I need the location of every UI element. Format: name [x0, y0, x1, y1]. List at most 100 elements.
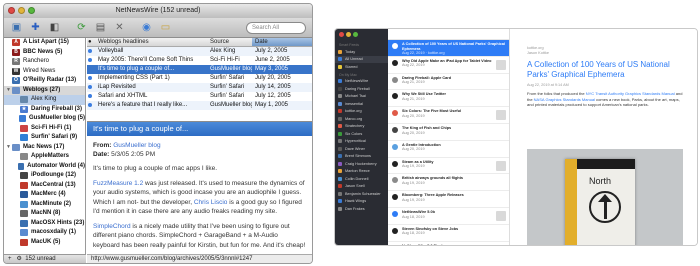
headline-row[interactable]: Volleyball Alex King July 2, 2005 [87, 47, 312, 56]
sidebar-feed-item[interactable]: MacCentral (13) [4, 181, 85, 191]
unread-column-header[interactable]: ● [87, 38, 95, 46]
feed-item[interactable]: kottke.org [335, 108, 388, 116]
open-browser-button[interactable]: ◉ [138, 20, 155, 36]
sidebar-feed-item[interactable]: MacNN (8) [4, 209, 85, 219]
feed-item[interactable]: Daring Fireball [335, 85, 388, 93]
unread-dot [88, 94, 92, 98]
sidebar-feed-item[interactable]: O O'Reilly Radar (13) [4, 76, 85, 86]
feed-item[interactable]: NetNewsWire [335, 78, 388, 86]
feed-item[interactable]: Brent Simmons [335, 153, 388, 161]
feed-item[interactable]: Hawk Wings [335, 198, 388, 206]
timeline-row[interactable]: A Gentle Introduction Aug 20, 2019 [388, 141, 509, 158]
timeline-row[interactable]: Steam as a Utility Aug 19, 2019 [388, 158, 509, 175]
source-column-header[interactable]: Source [207, 38, 252, 46]
sidebar-feed-item[interactable]: R Ranchero [4, 57, 85, 67]
minimize-button[interactable] [346, 32, 351, 37]
feed-item[interactable]: Dan Frakes [335, 205, 388, 213]
timeline-row[interactable]: NetNewsWire 5.0 FinalAug 17, 2019 [388, 242, 509, 245]
smart-feed-item[interactable]: All Unread [335, 55, 388, 63]
feed-item[interactable]: Stratechery [335, 123, 388, 131]
timeline-row[interactable]: Daring Fireball: Apple Card Aug 21, 2019 [388, 74, 509, 91]
feed-item[interactable]: Manton Reece [335, 168, 388, 176]
zoom-button[interactable] [28, 7, 35, 14]
close-button[interactable] [339, 32, 344, 37]
zoom-button[interactable] [353, 32, 358, 37]
timeline-row[interactable]: NetNewsWire 5.0b Aug 18, 2019 [388, 208, 509, 225]
feed-item[interactable]: Benjamin Schuessler [335, 190, 388, 198]
sidebar-feed-item[interactable]: ▼ Mac News (17) [4, 143, 85, 153]
subscribe-button[interactable]: ▣ [8, 20, 25, 36]
feed-item[interactable]: inessential [335, 100, 388, 108]
chris-liscio-link[interactable]: Chris Liscio [194, 199, 228, 206]
feed-item[interactable]: Six Colors [335, 130, 388, 138]
headline-row[interactable]: iLap Revisited Surfin' Safari July 14, 200… [87, 83, 312, 92]
search-field[interactable]: Search All [246, 21, 306, 34]
delete-button[interactable]: ✕ [111, 20, 128, 36]
timeline-row[interactable]: Bloomberg: Three Apple Releases Aug 19, 2… [388, 191, 509, 208]
simplechord-link[interactable]: SimpleChord [93, 223, 131, 230]
sidebar-feed-item[interactable]: macosxdaily (1) [4, 228, 85, 238]
timeline-row[interactable]: Why We Still Use Twitter Aug 21, 2019 [388, 90, 509, 108]
timeline-row[interactable]: Six Colors: The Five Most Useful Aug 20, … [388, 107, 509, 124]
feed-item[interactable]: Marco.org [335, 115, 388, 123]
feed-item[interactable]: Collin Donnell [335, 175, 388, 183]
from-link[interactable]: GusMueller blog [113, 142, 160, 149]
timeline-row[interactable]: British airways grounds all flights Aug 1… [388, 174, 509, 192]
refresh-button[interactable]: ⟳ [73, 20, 90, 36]
feed-item[interactable]: Craig Hockenberry [335, 160, 388, 168]
sidebar-footer: + ⚙ 152 unread [4, 254, 86, 263]
info-button[interactable]: ▤ [92, 20, 109, 36]
feed-label: inessential [345, 101, 363, 106]
sidebar-feed-item[interactable]: Automator World (4) [4, 162, 85, 172]
fuzzmeasure-link[interactable]: FuzzMeasure 1.2 [93, 180, 143, 187]
sidebar-feed-item[interactable]: MacOSX Hints (23) [4, 219, 85, 229]
sidebar-feed-item[interactable]: MacUK (5) [4, 238, 85, 248]
minimize-button[interactable] [18, 7, 25, 14]
nasa-manual-link[interactable]: NASA Graphics Standards Manual [534, 97, 595, 102]
smart-feed-item[interactable]: Starred [335, 63, 388, 71]
sidebar-feed-item[interactable]: ▼ Weblogs (27) [4, 85, 85, 95]
new-folder-button[interactable]: ▭ [157, 20, 174, 36]
sidebar-feed-item[interactable]: Alex King [4, 95, 85, 105]
action-icon[interactable]: ⚙ [17, 256, 22, 262]
sidebar-feed-item[interactable]: Sci-Fi Hi-Fi (1) [4, 124, 85, 134]
feed-label: Manton Reece [345, 169, 370, 174]
sidebar-feed-item[interactable]: GusMueller blog (5) [4, 114, 85, 124]
feed-item[interactable]: Hypercritical [335, 138, 388, 146]
next-unread-button[interactable]: ◧ [46, 20, 63, 36]
feed-item[interactable]: Jason Snell [335, 183, 388, 191]
sidebar-item-label: Wired News [23, 67, 56, 74]
sidebar-feed-item[interactable]: B BBC News (5) [4, 48, 85, 58]
toolbar: ▣ ✚ ◧ ⟳ ▤ ✕ ◉ ▭ Search All [4, 18, 312, 38]
sidebar-feed-item[interactable]: iPodlounge (12) [4, 171, 85, 181]
timeline-row[interactable]: A Collection of 100 Years of US National… [388, 40, 509, 57]
headline-row[interactable]: May 2005: There'll Come Soft Thins Sci-Fi… [87, 56, 312, 65]
nyc-transit-link[interactable]: NYC Transit Authority Graphics Standards… [586, 91, 675, 96]
article-title[interactable]: A Collection of 100 Years of US National… [527, 60, 683, 80]
headline-row[interactable]: Safari and XHTML Surfin' Safari July 12, 2… [87, 92, 312, 101]
feed-item[interactable]: Michael Tsai [335, 93, 388, 101]
headline-row[interactable]: Implementing CSS (Part 1) Surfin' Safari J… [87, 74, 312, 83]
date-column-header[interactable]: Date [252, 38, 312, 46]
timeline-text: Why We Still Use Twitter Aug 21, 2019 [402, 92, 446, 106]
sidebar-feed-item[interactable]: W Wired News [4, 67, 85, 77]
add-icon[interactable]: + [8, 256, 12, 262]
timeline-row[interactable]: Steven Sinofsky on Steve Jobs Aug 18, 201… [388, 225, 509, 242]
timeline-row[interactable]: Why Did Apple Make an iPad App for Table… [388, 57, 509, 74]
sidebar-feed-item[interactable]: AA List Apart (15) [4, 38, 85, 48]
feed-item[interactable]: Dave Winer [335, 145, 388, 153]
sidebar-feed-item[interactable]: AppleMatters [4, 152, 85, 162]
close-button[interactable] [8, 7, 15, 14]
title-column-header[interactable]: Weblogs headlines [95, 38, 207, 46]
sidebar-feed-item[interactable]: MacMinute (2) [4, 200, 85, 210]
headline-row[interactable]: It's time to plug a couple of... GusMuell… [87, 65, 312, 74]
headlines-table-header: ● Weblogs headlines Source Date [87, 38, 312, 47]
timeline-row[interactable]: The King of Fish and Chips Aug 20, 2019 [388, 124, 509, 141]
article-heading: It's time to plug a couple of... [87, 122, 312, 136]
mark-read-button[interactable]: ✚ [27, 20, 44, 36]
headline-row[interactable]: Here's a feature that I really like... Gu… [87, 101, 312, 110]
sidebar-feed-item[interactable]: ★ Daring Fireball (3) [4, 105, 85, 115]
sidebar-feed-item[interactable]: Surfin' Safari (9) [4, 133, 85, 143]
sidebar-feed-item[interactable]: MacMerc (4) [4, 190, 85, 200]
smart-feed-item[interactable]: Today [335, 48, 388, 56]
